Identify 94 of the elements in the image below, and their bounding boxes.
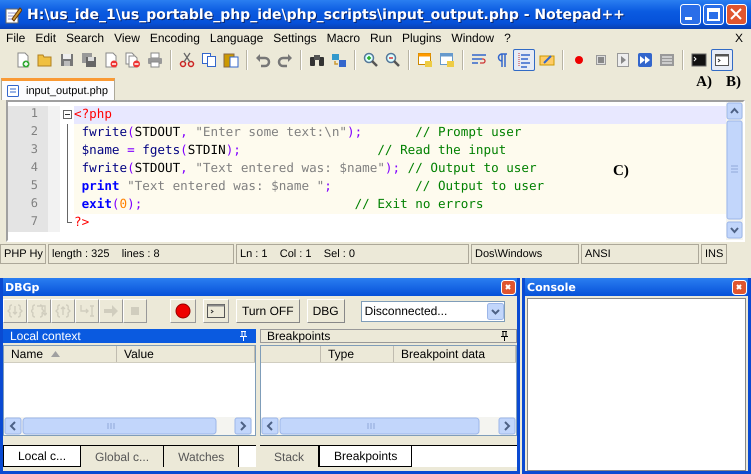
menu-item[interactable]: Window xyxy=(446,30,500,44)
scissors-icon xyxy=(179,52,195,68)
macro-list-icon xyxy=(659,52,675,68)
floppy-icon xyxy=(59,52,75,68)
menu-item[interactable]: ? xyxy=(499,30,516,44)
debug-button[interactable] xyxy=(203,299,229,323)
run-to-cursor-icon xyxy=(79,303,95,319)
zoom-out-icon xyxy=(385,52,401,68)
new-file-icon xyxy=(15,52,31,68)
line-number: 4 xyxy=(8,160,60,178)
window-lock-icon xyxy=(439,52,455,68)
column-header[interactable]: Value xyxy=(117,346,255,362)
menu-item[interactable]: Settings xyxy=(268,30,322,44)
status-field: Dos\Windows xyxy=(471,244,579,264)
text-button[interactable]: Turn OFF xyxy=(236,299,300,323)
maximize-icon[interactable] xyxy=(703,4,724,25)
column-header[interactable]: Name xyxy=(4,346,117,362)
close-file-icon xyxy=(103,52,119,68)
close-files-icon xyxy=(125,52,141,68)
line-number: 3 xyxy=(8,142,60,160)
text-button[interactable]: DBG xyxy=(306,299,345,323)
step-out-icon xyxy=(55,303,71,319)
document-icon xyxy=(6,84,20,98)
line-number: 1 xyxy=(8,106,60,124)
stop-icon xyxy=(593,52,609,68)
status-field: INS xyxy=(701,244,727,264)
terminal-icon xyxy=(691,52,707,68)
annotation-label: B) xyxy=(726,74,741,91)
window-lock-icon xyxy=(417,52,433,68)
panel-title: Console xyxy=(527,280,576,294)
sort-arrow-icon xyxy=(51,351,60,357)
menu-item[interactable]: View xyxy=(109,30,145,44)
record-icon xyxy=(175,303,191,319)
status-field: length : 325 lines : 8 xyxy=(48,244,234,264)
close-document-button[interactable]: X xyxy=(726,30,751,44)
arrow-right-icon xyxy=(103,303,119,319)
minimize-icon[interactable] xyxy=(680,4,701,25)
menu-item[interactable]: File xyxy=(1,30,30,44)
prompt-window-icon xyxy=(207,303,225,319)
step-over-icon xyxy=(31,303,47,319)
annotation-label: C) xyxy=(613,163,629,180)
panel-tab[interactable]: Local c... xyxy=(3,446,82,467)
menu-item[interactable]: Language xyxy=(204,30,268,44)
line-number: 2 xyxy=(8,124,60,142)
column-header[interactable]: Type xyxy=(321,346,394,362)
folder-icon xyxy=(37,52,53,68)
step-into-icon xyxy=(7,303,23,319)
printer-icon xyxy=(147,52,163,68)
vertical-scrollbar[interactable] xyxy=(726,102,743,240)
close-icon[interactable] xyxy=(732,280,747,294)
close-icon[interactable] xyxy=(726,4,747,25)
horizontal-scrollbar[interactable] xyxy=(4,417,252,435)
status-field: ANSI xyxy=(581,244,699,264)
toolbar-button[interactable] xyxy=(711,49,733,71)
debug-button[interactable] xyxy=(170,299,196,323)
notepad-icon xyxy=(4,6,22,24)
undo-icon xyxy=(255,52,271,68)
prompt-window-icon xyxy=(714,52,730,68)
menu-item[interactable]: Macro xyxy=(322,30,365,44)
play-icon xyxy=(615,52,631,68)
panel-tab[interactable]: Global c... xyxy=(81,446,164,467)
redo-icon xyxy=(277,52,293,68)
pane-title: Breakpoints xyxy=(267,329,330,343)
binoculars-icon xyxy=(309,52,325,68)
menu-item[interactable]: Run xyxy=(365,30,398,44)
replace-icon xyxy=(331,52,347,68)
column-header[interactable]: Breakpoint data xyxy=(394,346,516,362)
status-field: Ln : 1 Col : 1 Sel : 0 xyxy=(236,244,469,264)
panel-title: DBGp xyxy=(5,280,40,294)
panel-tab[interactable]: Watches xyxy=(164,446,240,467)
menu-item[interactable]: Encoding xyxy=(144,30,205,44)
connection-dropdown[interactable]: Disconnected... xyxy=(360,300,505,322)
copy-icon xyxy=(201,52,217,68)
indent-guide-icon xyxy=(516,52,532,68)
horizontal-scrollbar[interactable] xyxy=(261,417,516,435)
close-icon[interactable] xyxy=(501,280,516,294)
panel-tab[interactable]: Breakpoints xyxy=(319,446,412,467)
panel-tab[interactable]: Stack xyxy=(260,446,320,467)
pane-title: Local context xyxy=(10,329,81,343)
window-title: H:\us_ide_1\us_portable_php_ide\php_scripts\input_output.php - Notepad++ xyxy=(27,6,626,22)
status-field: PHP Hy xyxy=(0,244,46,264)
zoom-in-icon xyxy=(363,52,379,68)
menu-item[interactable]: Edit xyxy=(30,30,62,44)
line-number: 6 xyxy=(8,196,60,214)
clipboard-icon xyxy=(223,52,239,68)
fast-forward-icon xyxy=(637,52,653,68)
menu-item[interactable]: Search xyxy=(61,30,110,44)
annotation-label: A) xyxy=(696,74,712,91)
file-tab[interactable]: input_output.php xyxy=(1,78,115,100)
pin-icon[interactable] xyxy=(501,331,508,341)
line-number: 7 xyxy=(8,214,60,232)
line-number: 5 xyxy=(8,178,60,196)
floppies-icon xyxy=(81,52,97,68)
menu-item[interactable]: Plugins xyxy=(397,30,446,44)
